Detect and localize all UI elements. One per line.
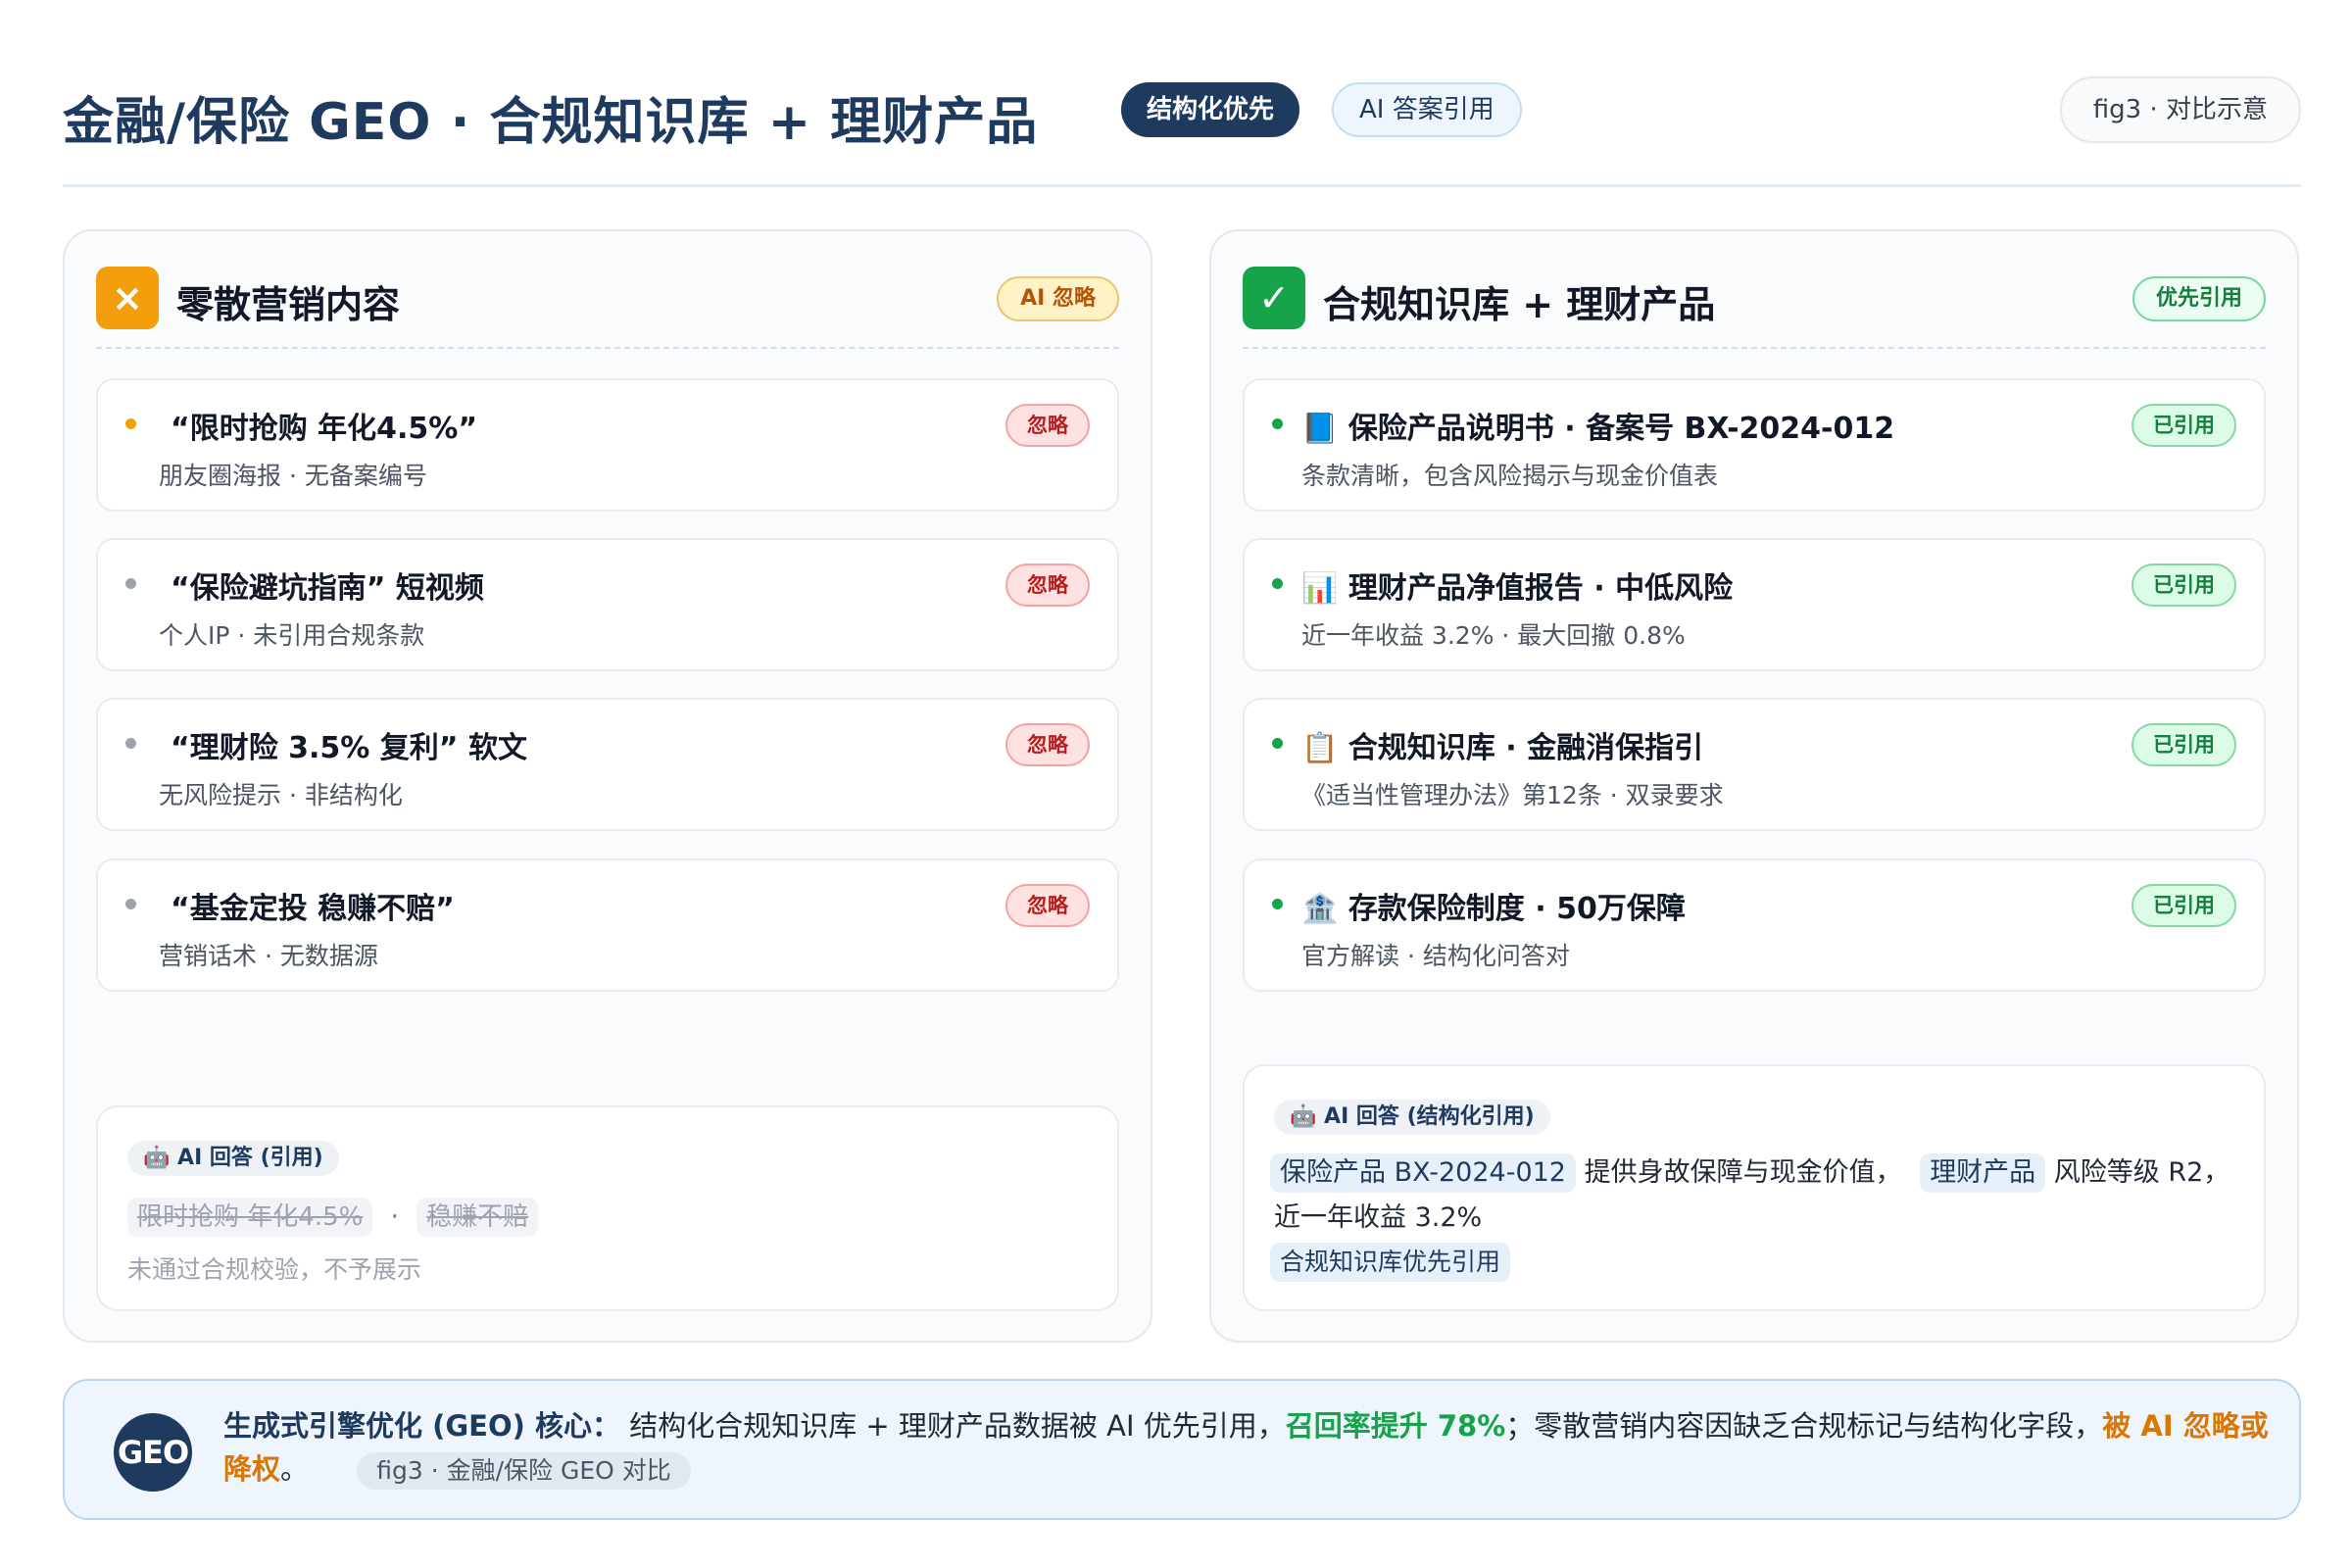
structured-first-pill[interactable]: 结构化优先 [1121, 82, 1300, 137]
item-subtitle: 个人IP · 未引用合规条款 [159, 621, 425, 650]
ai-answer-box: 🤖 AI 回答 (引用) 限时抢购 年化4.5% · 稳赚不赔 未通过合规校验，… [96, 1105, 1119, 1311]
answer-text: 近一年收益 3.2% [1274, 1202, 1483, 1233]
list-item[interactable]: 📋 合规知识库 · 金融消保指引 《适当性管理办法》第12条 · 双录要求 已引… [1243, 698, 2266, 831]
list-item[interactable]: “基金定投 稳赚不赔” 营销话术 · 无数据源 忽略 [96, 858, 1119, 992]
header: 金融/保险 GEO · 合规知识库 + 理财产品 结构化优先 AI 答案引用 f… [63, 76, 2301, 152]
list-item[interactable]: “理财险 3.5% 复利” 软文 无风险提示 · 非结构化 忽略 [96, 698, 1119, 831]
answer-text: 提供身故保障与现金价值， [1584, 1157, 1902, 1188]
bank-icon: 🏦 [1301, 892, 1339, 926]
item-title: 🏦 存款保险制度 · 50万保障 [1301, 884, 1686, 927]
separator: · [390, 1202, 399, 1232]
bullet-dot [1272, 578, 1283, 589]
list-item[interactable]: “保险避坑指南” 短视频 个人IP · 未引用合规条款 忽略 [96, 538, 1119, 671]
summary-part: 结构化合规知识库 + 理财产品数据被 AI 优先引用， [629, 1409, 1286, 1443]
item-title: “保险避坑指南” 短视频 [171, 571, 484, 606]
product-chip: 理财产品 [1920, 1153, 2046, 1193]
knowledge-base-chip: 合规知识库优先引用 [1270, 1243, 1511, 1282]
struck-chip: 稳赚不赔 [416, 1198, 539, 1237]
compliance-knowledge-panel: ✓ 合规知识库 + 理财产品 优先引用 📘 保险产品说明书 · 备案号 BX-2… [1209, 229, 2299, 1343]
header-divider [63, 184, 2301, 187]
panel-title: 合规知识库 + 理财产品 [1323, 283, 1716, 326]
cited-badge: 已引用 [2132, 884, 2236, 927]
item-title: “限时抢购 年化4.5%” [171, 412, 478, 446]
ai-answer-box: 🤖 AI 回答 (结构化引用) 保险产品 BX-2024-012 提供身故保障与… [1243, 1064, 2266, 1311]
summary-part: ；零散营销内容因缺乏合规标记与结构化字段， [1505, 1409, 2103, 1443]
figure-chip: fig3 · 金融/保险 GEO 对比 [357, 1452, 691, 1490]
book-icon: 📘 [1301, 412, 1339, 446]
item-title-text: 理财产品净值报告 · 中低风险 [1348, 571, 1734, 606]
item-subtitle: 官方解读 · 结构化问答对 [1301, 942, 1570, 970]
bullet-dot [125, 738, 136, 749]
ai-answer-citation-pill[interactable]: AI 答案引用 [1332, 82, 1522, 137]
item-subtitle: 无风险提示 · 非结构化 [159, 781, 403, 809]
item-title: “理财险 3.5% 复利” 软文 [171, 731, 527, 765]
list-item[interactable]: “限时抢购 年化4.5%” 朋友圈海报 · 无备案编号 忽略 [96, 378, 1119, 512]
product-chip: 保险产品 BX-2024-012 [1270, 1153, 1576, 1193]
item-title-text: 保险产品说明书 · 备案号 BX-2024-012 [1348, 412, 1895, 446]
summary-part: 。 [280, 1452, 310, 1486]
item-subtitle: 近一年收益 3.2% · 最大回撤 0.8% [1301, 621, 1686, 650]
clipboard-icon: 📋 [1301, 731, 1339, 765]
bar-chart-icon: 📊 [1301, 571, 1339, 606]
cited-badge: 已引用 [2132, 404, 2236, 447]
bullet-dot [1272, 899, 1283, 909]
struck-answer-line: 限时抢购 年化4.5% · 稳赚不赔 [127, 1198, 539, 1237]
item-title: 📘 保险产品说明书 · 备案号 BX-2024-012 [1301, 404, 1894, 447]
priority-citation-badge: 优先引用 [2132, 276, 2266, 321]
list-item[interactable]: 📊 理财产品净值报告 · 中低风险 近一年收益 3.2% · 最大回撤 0.8%… [1243, 538, 2266, 671]
cited-badge: 已引用 [2132, 564, 2236, 607]
answer-line-1: 保险产品 BX-2024-012 提供身故保障与现金价值， 理财产品 风险等级 … [1270, 1152, 2230, 1194]
bullet-dot [125, 899, 136, 909]
item-title-text: 合规知识库 · 金融消保指引 [1348, 731, 1704, 765]
item-subtitle: 《适当性管理办法》第12条 · 双录要求 [1301, 781, 1724, 809]
dashed-divider [96, 347, 1119, 349]
recall-highlight: 召回率提升 78% [1285, 1409, 1506, 1443]
item-title: “基金定投 稳赚不赔” [171, 892, 455, 926]
figure-label: fig3 · 对比示意 [2059, 76, 2301, 143]
item-subtitle: 营销话术 · 无数据源 [159, 942, 378, 970]
answer-text: 风险等级 R2， [2053, 1157, 2230, 1188]
answer-line-3: 合规知识库优先引用 [1270, 1243, 1511, 1282]
list-item[interactable]: 📘 保险产品说明书 · 备案号 BX-2024-012 条款清晰，包含风险揭示与… [1243, 378, 2266, 512]
geo-logo: GEO [114, 1413, 192, 1492]
scattered-marketing-panel: × 零散营销内容 AI 忽略 “限时抢购 年化4.5%” 朋友圈海报 · 无备案… [63, 229, 1152, 1343]
check-icon: ✓ [1243, 267, 1305, 329]
panel-title: 零散营销内容 [176, 283, 401, 326]
bullet-dot [125, 578, 136, 589]
summary-lead: 生成式引擎优化 (GEO) 核心： [223, 1409, 620, 1443]
item-title-text: 存款保险制度 · 50万保障 [1348, 892, 1686, 926]
struck-chip: 限时抢购 年化4.5% [127, 1198, 373, 1237]
ignored-badge: 忽略 [1005, 723, 1090, 766]
ignored-badge: 忽略 [1005, 564, 1090, 607]
panel-header: ✓ 合规知识库 + 理财产品 优先引用 [1243, 267, 2266, 329]
summary-text: 生成式引擎优化 (GEO) 核心： 结构化合规知识库 + 理财产品数据被 AI … [223, 1404, 2272, 1491]
bullet-dot [1272, 418, 1283, 429]
bullet-dot [125, 418, 136, 429]
item-subtitle: 条款清晰，包含风险揭示与现金价值表 [1301, 462, 1719, 490]
ai-answer-tag: 🤖 AI 回答 (引用) [127, 1141, 339, 1176]
list-item[interactable]: 🏦 存款保险制度 · 50万保障 官方解读 · 结构化问答对 已引用 [1243, 858, 2266, 992]
item-title: 📋 合规知识库 · 金融消保指引 [1301, 723, 1703, 766]
answer-note: 未通过合规校验，不予展示 [127, 1255, 422, 1284]
ai-answer-tag: 🤖 AI 回答 (结构化引用) [1274, 1100, 1550, 1135]
ignored-badge: 忽略 [1005, 884, 1090, 927]
cited-badge: 已引用 [2132, 723, 2236, 766]
item-title: 📊 理财产品净值报告 · 中低风险 [1301, 564, 1733, 607]
ai-ignore-badge: AI 忽略 [997, 276, 1119, 321]
summary-banner: GEO 生成式引擎优化 (GEO) 核心： 结构化合规知识库 + 理财产品数据被… [63, 1379, 2301, 1520]
item-subtitle: 朋友圈海报 · 无备案编号 [159, 462, 427, 490]
page-title: 金融/保险 GEO · 合规知识库 + 理财产品 [63, 93, 1039, 152]
bullet-dot [1272, 738, 1283, 749]
cross-icon: × [96, 267, 159, 329]
dashed-divider [1243, 347, 2266, 349]
panel-header: × 零散营销内容 AI 忽略 [96, 267, 1119, 329]
ignored-badge: 忽略 [1005, 404, 1090, 447]
